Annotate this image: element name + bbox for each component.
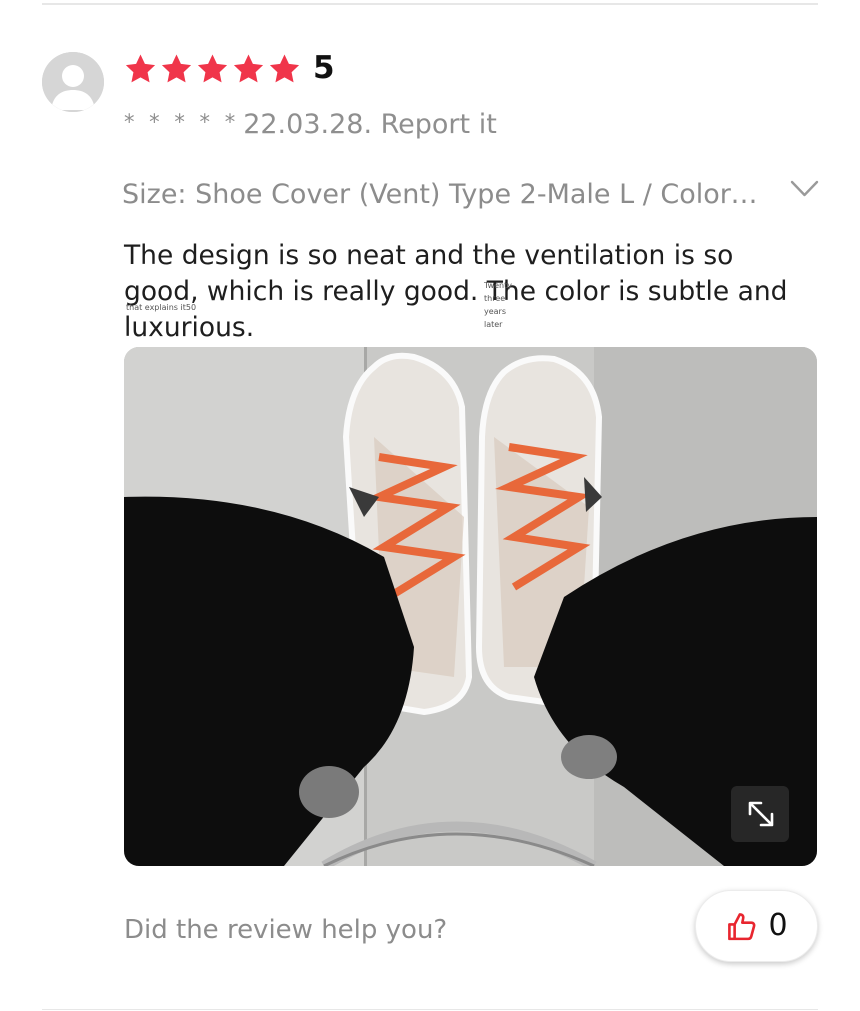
- expand-icon[interactable]: [731, 786, 789, 842]
- user-avatar-icon: [42, 52, 104, 112]
- review-meta: * * * * * 22.03.28. Report it: [124, 107, 497, 144]
- star-icon: [125, 54, 156, 83]
- date-report-link[interactable]: 22.03.28. Report it: [243, 109, 497, 140]
- purchase-option: Size: Shoe Cover (Vent) Type 2-Male L / …: [122, 179, 762, 210]
- thumbs-up-icon: [728, 912, 756, 940]
- photo-image: [124, 347, 817, 866]
- top-divider: [42, 3, 818, 5]
- reviewer-id-masked: * * * * *: [124, 110, 240, 134]
- overlay-caption-mid: Twenty three years later: [484, 281, 512, 329]
- bottom-divider: [42, 1009, 818, 1010]
- star-icon: [197, 54, 228, 83]
- avatar: [42, 52, 104, 112]
- rating-score: 5: [313, 50, 335, 86]
- star-rating: [123, 52, 302, 86]
- review-body: The design is so neat and the ventilatio…: [124, 240, 788, 343]
- star-icon: [161, 54, 192, 83]
- helpful-question: Did the review help you?: [124, 915, 448, 945]
- chevron-down-icon[interactable]: [790, 180, 819, 198]
- overlay-caption-left: that explains it50: [126, 303, 197, 312]
- star-icon: [269, 54, 300, 83]
- like-button[interactable]: 0: [695, 890, 818, 962]
- star-icon: [233, 54, 264, 83]
- like-count: 0: [768, 908, 788, 943]
- review-photo[interactable]: [124, 347, 817, 866]
